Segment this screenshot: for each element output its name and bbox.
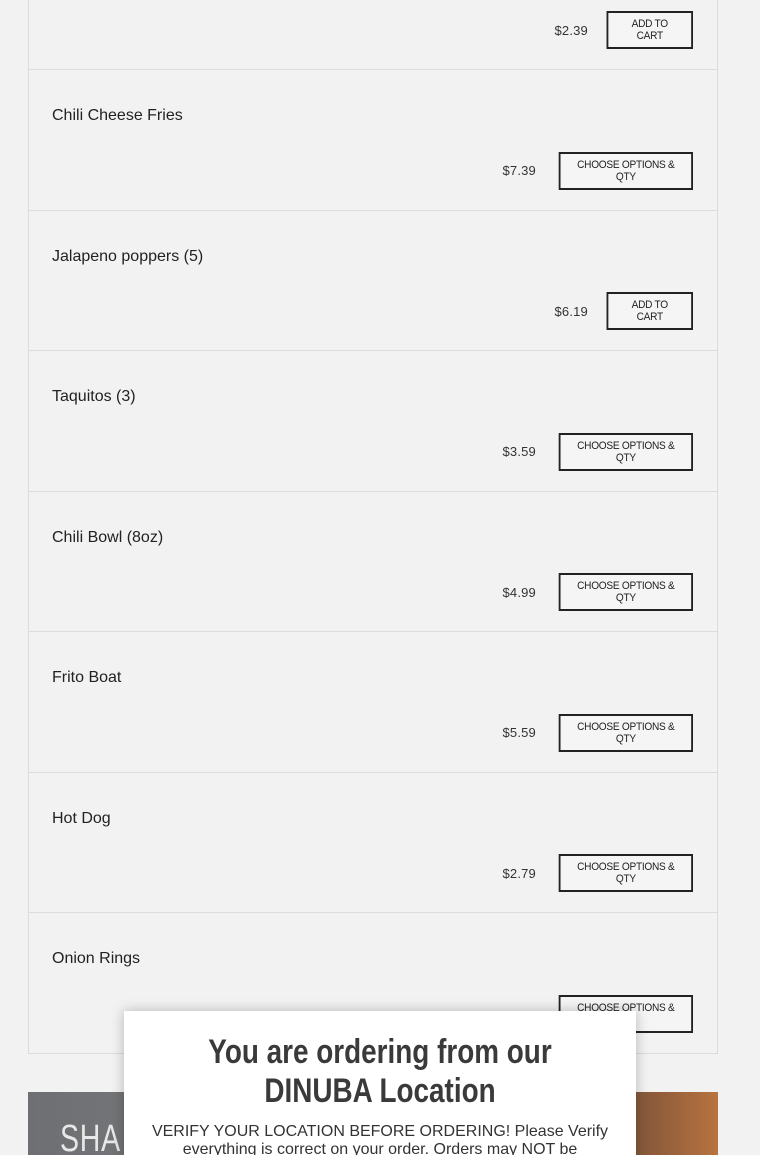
choose-options-button[interactable]: CHOOSE OPTIONS & QTY bbox=[558, 432, 693, 471]
choose-options-button[interactable]: CHOOSE OPTIONS & QTY bbox=[558, 573, 693, 611]
item-actions: $4.99 CHOOSE OPTIONS & QTY bbox=[502, 573, 693, 611]
item-price: $6.19 bbox=[554, 303, 588, 319]
item-price: $5.59 bbox=[502, 725, 536, 740]
item-name: Hot Dog bbox=[52, 809, 111, 827]
menu-item: Frito Boat $5.59 CHOOSE OPTIONS & QTY bbox=[29, 631, 717, 772]
item-actions: $6.19 ADD TO CART bbox=[554, 292, 693, 330]
menu-item: Chili Bowl (8oz) $4.99 CHOOSE OPTIONS & … bbox=[29, 490, 717, 632]
item-price: $2.39 bbox=[554, 22, 588, 38]
item-name: Onion Rings bbox=[52, 950, 141, 967]
item-actions: $7.39 CHOOSE OPTIONS & QTY bbox=[502, 151, 693, 190]
choose-options-button[interactable]: CHOOSE OPTIONS & QTY bbox=[558, 151, 693, 190]
item-name: Frito Boat bbox=[52, 669, 122, 686]
menu-item: Jalapeno poppers (5) $6.19 ADD TO CART bbox=[29, 209, 717, 351]
menu-item: Taquitos (3) $3.59 CHOOSE OPTIONS & QTY bbox=[29, 350, 717, 491]
menu-item: $2.39 ADD TO CART bbox=[29, 0, 717, 69]
item-name: Jalapeno poppers (5) bbox=[52, 247, 204, 265]
item-actions: $3.59 CHOOSE OPTIONS & QTY bbox=[502, 432, 693, 471]
modal-title: You are ordering from our DINUBA Locatio… bbox=[208, 1033, 552, 1110]
promo-banner-text: SHA bbox=[60, 1118, 121, 1155]
menu-item: Chili Cheese Fries $7.39 CHOOSE OPTIONS … bbox=[29, 69, 717, 210]
item-name: Taquitos (3) bbox=[52, 388, 136, 405]
item-name: Chili Cheese Fries bbox=[52, 107, 183, 124]
item-price: $7.39 bbox=[502, 163, 536, 178]
item-price: $3.59 bbox=[502, 444, 536, 459]
item-price: $4.99 bbox=[502, 584, 536, 600]
page: $2.39 ADD TO CART Chili Cheese Fries $7.… bbox=[0, 0, 760, 1155]
modal-body: VERIFY YOUR LOCATION BEFORE ORDERING! Pl… bbox=[151, 1123, 609, 1155]
menu-list: $2.39 ADD TO CART Chili Cheese Fries $7.… bbox=[28, 0, 718, 1054]
menu-item: Hot Dog $2.79 CHOOSE OPTIONS & QTY bbox=[29, 771, 717, 913]
location-modal: You are ordering from our DINUBA Locatio… bbox=[124, 1011, 636, 1155]
item-actions: $2.39 ADD TO CART bbox=[554, 11, 693, 49]
add-to-cart-button[interactable]: ADD TO CART bbox=[606, 11, 693, 49]
item-price: $2.79 bbox=[502, 865, 536, 881]
item-actions: $2.79 CHOOSE OPTIONS & QTY bbox=[502, 854, 693, 892]
item-name: Chili Bowl (8oz) bbox=[52, 528, 164, 546]
item-actions: $5.59 CHOOSE OPTIONS & QTY bbox=[502, 713, 693, 752]
choose-options-button[interactable]: CHOOSE OPTIONS & QTY bbox=[558, 713, 693, 752]
add-to-cart-button[interactable]: ADD TO CART bbox=[606, 292, 693, 330]
choose-options-button[interactable]: CHOOSE OPTIONS & QTY bbox=[558, 854, 693, 892]
